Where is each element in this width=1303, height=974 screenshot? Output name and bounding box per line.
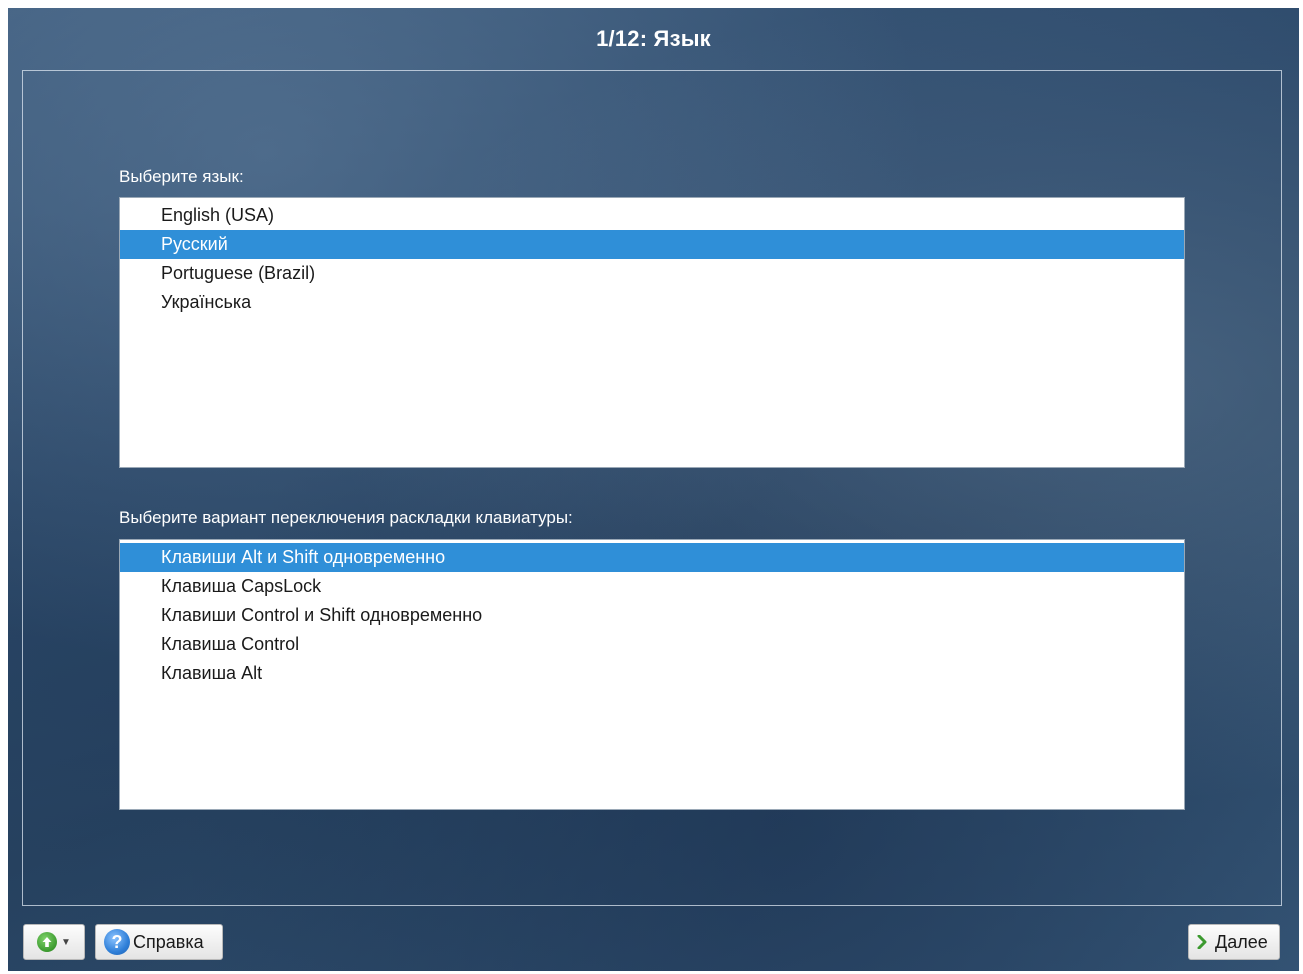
language-list[interactable]: English (USA) Русский Portuguese (Brazil… xyxy=(119,197,1185,468)
help-button-label: Справка xyxy=(133,931,204,952)
menu-dropdown-button[interactable]: ▼ xyxy=(23,924,85,960)
language-item-english[interactable]: English (USA) xyxy=(120,201,1184,230)
arrow-up-circle-icon xyxy=(37,932,58,952)
keyboard-item-capslock[interactable]: Клавиша CapsLock xyxy=(120,572,1184,601)
chevron-right-icon xyxy=(1197,935,1207,949)
help-button[interactable]: ? Справка xyxy=(95,924,223,960)
help-icon: ? xyxy=(104,929,130,955)
installer-screen: 1/12: Язык Выберите язык: English (USA) … xyxy=(8,8,1299,971)
keyboard-switch-label: Выберите вариант переключения раскладки … xyxy=(119,508,573,527)
chevron-down-icon: ▼ xyxy=(61,936,71,948)
language-item-ukrainian[interactable]: Українська xyxy=(120,288,1184,317)
next-button[interactable]: Далее xyxy=(1188,924,1280,960)
keyboard-item-control-shift[interactable]: Клавиши Control и Shift одновременно xyxy=(120,601,1184,630)
keyboard-item-alt-shift[interactable]: Клавиши Alt и Shift одновременно xyxy=(120,543,1184,572)
keyboard-switch-list[interactable]: Клавиши Alt и Shift одновременно Клавиша… xyxy=(119,539,1185,810)
language-label: Выберите язык: xyxy=(119,167,244,186)
language-item-russian[interactable]: Русский xyxy=(120,230,1184,259)
page-title: 1/12: Язык xyxy=(596,26,711,51)
next-button-label: Далее xyxy=(1215,931,1268,952)
keyboard-item-alt[interactable]: Клавиша Alt xyxy=(120,659,1184,688)
keyboard-item-control[interactable]: Клавиша Control xyxy=(120,630,1184,659)
language-item-portuguese[interactable]: Portuguese (Brazil) xyxy=(120,259,1184,288)
